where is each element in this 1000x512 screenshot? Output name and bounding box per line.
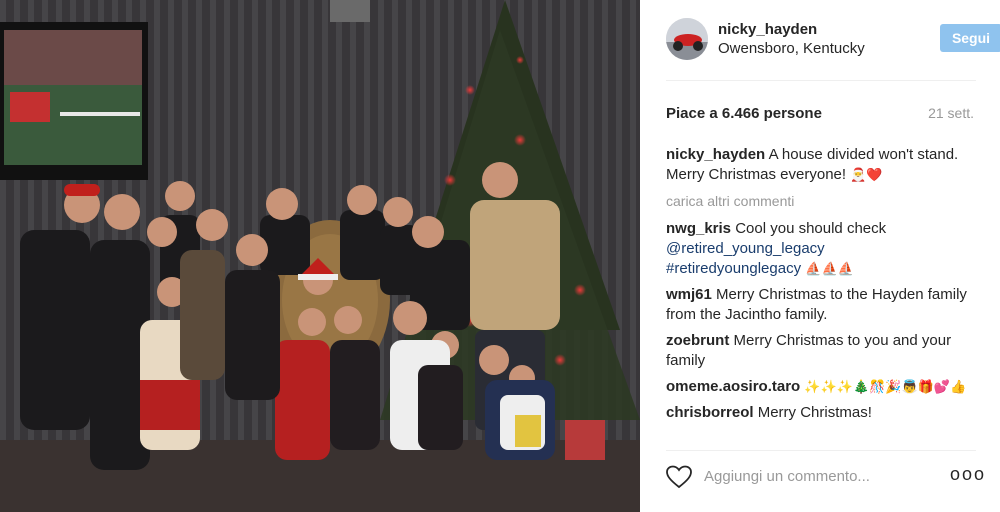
comment-username[interactable]: omeme.aosiro.taro (666, 378, 800, 395)
comment-bar: Aggiungi un commento... ooo (640, 460, 1000, 512)
comment: zoebrunt Merry Christmas to you and your… (666, 331, 978, 371)
add-comment-input[interactable]: Aggiungi un commento... (704, 468, 870, 485)
comment-username[interactable]: nwg_kris (666, 220, 731, 237)
follow-button[interactable]: Segui (940, 24, 1000, 52)
post-date[interactable]: 21 sett. (928, 105, 974, 121)
comment-username[interactable]: chrisborreol (666, 404, 754, 421)
comment-username[interactable]: wmj61 (666, 286, 712, 303)
family-christmas-photo (0, 0, 640, 512)
comment-text: Merry Christmas! (757, 404, 872, 421)
load-more-comments[interactable]: carica altri commenti (666, 191, 978, 211)
comment-emoji: ⛵⛵⛵ (805, 261, 854, 276)
divider (666, 80, 976, 81)
mention-link[interactable]: @retired_young_legacy (666, 240, 825, 257)
post-photo[interactable] (0, 0, 640, 512)
tv-screen (0, 22, 148, 180)
avatar-image (666, 18, 708, 60)
comment-emoji: ✨✨✨🎄🎊🎉👼🎁💕👍 (804, 379, 967, 394)
comment-username[interactable]: nicky_hayden (666, 146, 765, 163)
post-sidebar: nicky_hayden Owensboro, Kentucky Segui P… (640, 0, 1000, 512)
comment: nicky_hayden A house divided won't stand… (666, 145, 978, 185)
username-link[interactable]: nicky_hayden (718, 21, 817, 38)
comment: wmj61 Merry Christmas to the Hayden fami… (666, 285, 978, 325)
comment: omeme.aosiro.taro ✨✨✨🎄🎊🎉👼🎁💕👍 (666, 377, 978, 397)
comment: nwg_kris Cool you should check @retired_… (666, 219, 978, 279)
heart-icon[interactable] (666, 465, 692, 489)
likes-count[interactable]: Piace a 6.466 persone (666, 105, 822, 122)
post-header: nicky_hayden Owensboro, Kentucky Segui (666, 16, 1000, 64)
avatar[interactable] (666, 18, 708, 60)
divider (666, 450, 976, 451)
options-icon[interactable]: ooo (950, 464, 986, 485)
comments-list: nicky_hayden A house divided won't stand… (666, 145, 978, 429)
comment: chrisborreol Merry Christmas! (666, 403, 978, 423)
hashtag-link[interactable]: #retiredyounglegacy (666, 260, 801, 277)
comment-text: Cool you should check (735, 220, 887, 237)
comment-text: Merry Christmas to the Hayden family fro… (666, 286, 967, 323)
comment-emoji: 🎅❤️ (850, 167, 883, 182)
location-link[interactable]: Owensboro, Kentucky (718, 40, 865, 57)
comment-username[interactable]: zoebrunt (666, 332, 729, 349)
